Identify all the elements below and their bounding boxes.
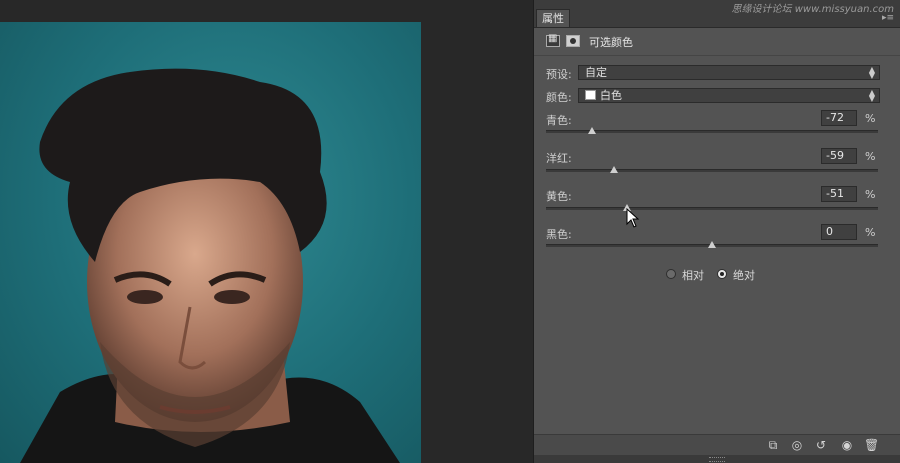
color-swatch [585,90,596,100]
panel-tab-bar: 属性 思缘设计论坛 www.missyuan.com ▸≡ [534,0,900,28]
slider-track[interactable] [546,166,878,173]
radio-absolute[interactable] [717,269,727,279]
slider-thumb[interactable] [588,127,597,134]
colors-value: 白色 [600,89,622,102]
visibility-eye-icon[interactable]: ◉ [840,438,854,452]
slider-label: 洋红: [546,152,572,165]
view-previous-icon[interactable]: ◎ [790,438,804,452]
watermark-text: 思缘设计论坛 www.missyuan.com [731,4,894,15]
mouse-cursor-icon [626,208,640,228]
radio-relative[interactable] [666,269,676,279]
dropdown-arrows-icon: ▲ ▼ [868,88,875,103]
trash-icon[interactable]: 🗑 [864,438,879,452]
adjustment-layer-icon[interactable] [546,33,560,47]
adjustment-title: 可选颜色 [589,36,633,49]
tab-properties[interactable]: 属性 [536,9,570,27]
reset-icon[interactable]: ↺ [814,438,828,452]
clip-to-layer-icon[interactable]: ⧉ [766,438,780,452]
adjustment-header: 可选颜色 [534,28,900,56]
layer-mask-icon[interactable] [566,35,580,47]
slider-thumb[interactable] [610,166,619,173]
slider-label: 青色: [546,114,572,127]
slider-track[interactable] [546,204,878,211]
slider-value-input[interactable]: -72 [821,110,857,126]
portrait-photo [0,22,421,463]
slider-label: 黄色: [546,190,572,203]
percent-unit: % [865,112,876,125]
percent-unit: % [865,188,876,201]
slider-value-input[interactable]: -51 [821,186,857,202]
percent-unit: % [865,150,876,163]
slider-track[interactable] [546,127,878,134]
slider-track[interactable] [546,241,878,248]
slider-label: 黑色: [546,228,572,241]
preset-label: 预设: [546,68,572,81]
slider-thumb[interactable] [708,241,716,248]
method-radio-group: 相对 绝对 [534,267,900,283]
colors-dropdown[interactable]: 白色 ▲ ▼ [578,88,880,103]
properties-panel: 属性 思缘设计论坛 www.missyuan.com ▸≡ 可选颜色 预设: 自… [533,0,900,463]
canvas-pasteboard [421,22,533,463]
slider-value-input[interactable]: 0 [821,224,857,240]
document-canvas[interactable] [0,0,533,463]
radio-absolute-label[interactable]: 绝对 [733,267,755,283]
panel-bottom-toolbar: ⧉ ◎ ↺ ◉ 🗑 [534,434,900,455]
slider-value-input[interactable]: -59 [821,148,857,164]
preset-value: 自定 [585,66,607,79]
percent-unit: % [865,226,876,239]
panel-menu-icon[interactable]: ▸≡ [882,13,894,23]
dropdown-arrows-icon: ▲ ▼ [868,65,875,80]
panel-bottom-edge [534,455,900,463]
preset-dropdown[interactable]: 自定 ▲ ▼ [578,65,880,80]
colors-label: 颜色: [546,91,572,104]
radio-relative-label[interactable]: 相对 [682,267,704,283]
resize-grip[interactable] [709,457,725,462]
